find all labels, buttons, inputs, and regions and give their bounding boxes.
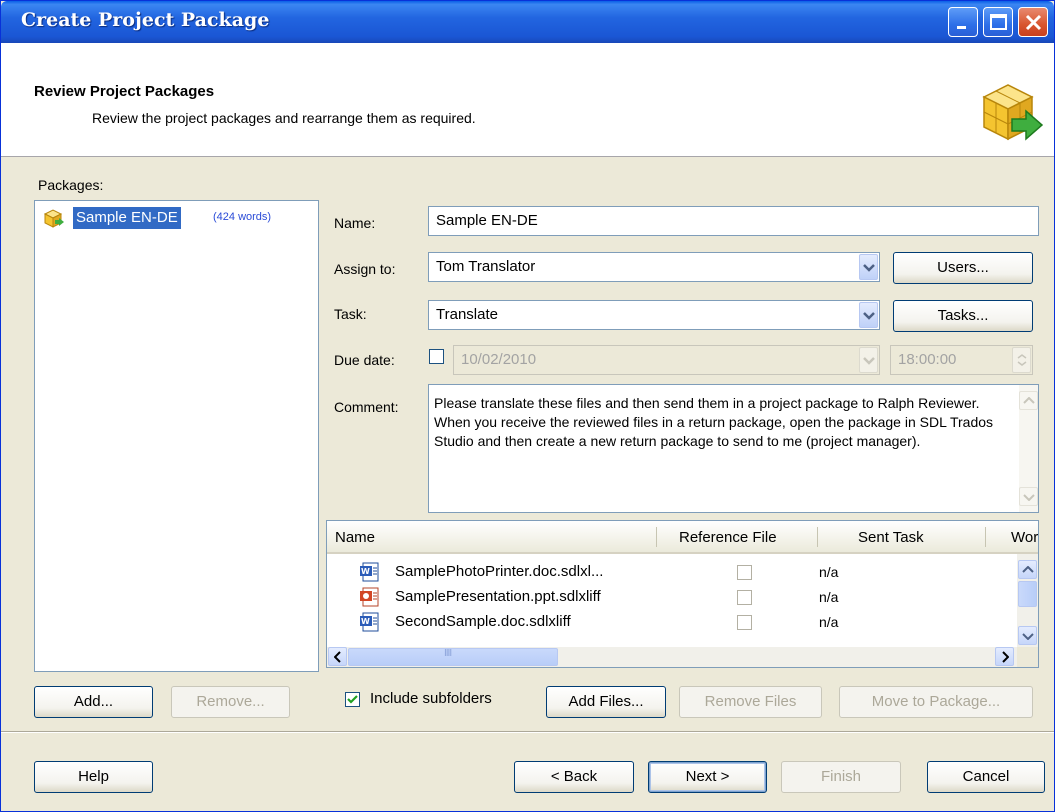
remove-files-button[interactable]: Remove Files [679, 686, 822, 718]
task-value: Translate [436, 306, 498, 323]
project-package-icon [982, 84, 1044, 141]
column-divider[interactable] [656, 527, 657, 547]
task-label: Task: [334, 306, 367, 322]
file-row[interactable]: W SecondSample.doc.sdlxliff n/a [327, 610, 1017, 635]
users-button[interactable]: Users... [893, 252, 1033, 284]
window-title: Create Project Package [21, 9, 270, 31]
files-vertical-scrollbar[interactable] [1017, 554, 1038, 647]
file-row[interactable]: W SamplePhotoPrinter.doc.sdlxl... n/a [327, 560, 1017, 585]
word-doc-icon: W [360, 562, 379, 582]
footer-divider [1, 731, 1054, 733]
wizard-header: Review Project Packages Review the proje… [1, 43, 1054, 157]
page-subtitle: Review the project packages and rearrang… [92, 110, 476, 126]
move-to-package-button[interactable]: Move to Package... [839, 686, 1033, 718]
horizontal-scroll-thumb[interactable]: IIII [348, 648, 558, 666]
package-word-count: (424 words) [213, 211, 272, 223]
include-subfolders-label[interactable]: Include subfolders [370, 690, 492, 707]
svg-text:W: W [361, 617, 370, 626]
include-subfolders-checkbox[interactable] [345, 692, 360, 707]
column-divider[interactable] [817, 527, 818, 547]
column-divider[interactable] [985, 527, 986, 547]
name-label: Name: [334, 215, 376, 231]
package-name-input[interactable]: Sample EN-DE [428, 206, 1039, 236]
scroll-left-icon[interactable] [328, 647, 347, 666]
cancel-button[interactable]: Cancel [927, 761, 1045, 793]
scroll-down-icon[interactable] [1018, 626, 1037, 645]
comment-scrollbar[interactable] [1019, 385, 1038, 512]
task-dropdown[interactable]: Translate [428, 300, 880, 330]
minimize-icon [957, 26, 966, 29]
comment-text: Please translate these files and then se… [434, 395, 994, 449]
minimize-button[interactable] [948, 7, 978, 37]
files-horizontal-scrollbar[interactable]: IIII [327, 647, 1017, 667]
add-files-button[interactable]: Add Files... [546, 686, 666, 718]
column-header-name[interactable]: Name [335, 529, 375, 546]
due-date-value: 10/02/2010 [461, 351, 537, 368]
tasks-button[interactable]: Tasks... [893, 300, 1033, 332]
due-time-spinner[interactable]: 18:00:00 [890, 345, 1033, 375]
vertical-scroll-thumb[interactable] [1018, 581, 1037, 607]
due-date-picker[interactable]: 10/02/2010 [453, 345, 880, 375]
back-button[interactable]: < Back [514, 761, 634, 793]
title-bar[interactable]: Create Project Package [1, 1, 1054, 43]
next-button[interactable]: Next > [648, 761, 767, 793]
chevron-down-icon[interactable] [859, 254, 878, 280]
page-title: Review Project Packages [34, 83, 215, 100]
due-time-value: 18:00:00 [898, 351, 957, 368]
spinner-arrows-icon[interactable] [1012, 347, 1031, 373]
reference-file-checkbox[interactable] [737, 565, 752, 580]
package-name: Sample EN-DE [73, 207, 181, 229]
assign-to-dropdown[interactable]: Tom Translator [428, 252, 880, 282]
due-date-label: Due date: [334, 352, 395, 368]
due-date-checkbox[interactable] [429, 349, 444, 364]
help-button[interactable]: Help [34, 761, 153, 793]
file-row[interactable]: SamplePresentation.ppt.sdlxliff n/a [327, 585, 1017, 610]
file-name: SecondSample.doc.sdlxliff [395, 613, 571, 630]
chevron-down-icon[interactable] [859, 347, 878, 373]
remove-package-button[interactable]: Remove... [171, 686, 290, 718]
sent-task-value: n/a [819, 614, 839, 630]
word-doc-icon: W [360, 612, 379, 632]
package-icon [43, 209, 64, 228]
files-table-header: Name Reference File Sent Task Wor [327, 521, 1038, 554]
scroll-right-icon[interactable] [995, 647, 1014, 666]
file-name: SamplePhotoPrinter.doc.sdlxl... [395, 563, 604, 580]
reference-file-checkbox[interactable] [737, 590, 752, 605]
chevron-down-icon[interactable] [859, 302, 878, 328]
packages-label: Packages: [38, 177, 104, 193]
packages-list[interactable]: Sample EN-DE (424 words) [34, 200, 319, 672]
close-button[interactable] [1018, 7, 1048, 37]
scroll-up-icon[interactable] [1019, 391, 1038, 410]
scroll-up-icon[interactable] [1018, 560, 1037, 579]
comment-label: Comment: [334, 399, 399, 415]
maximize-button[interactable] [983, 7, 1013, 37]
scrollbar-corner [1017, 647, 1038, 667]
create-project-package-dialog: Create Project Package Review Project Pa… [0, 0, 1055, 812]
column-header-reference-file[interactable]: Reference File [679, 529, 777, 546]
close-icon [1025, 14, 1042, 31]
sent-task-value: n/a [819, 564, 839, 580]
scroll-down-icon[interactable] [1019, 487, 1038, 506]
reference-file-checkbox[interactable] [737, 615, 752, 630]
checkmark-icon [347, 695, 358, 704]
assign-to-value: Tom Translator [436, 258, 536, 275]
powerpoint-icon [360, 587, 379, 607]
add-package-button[interactable]: Add... [34, 686, 153, 718]
finish-button[interactable]: Finish [781, 761, 901, 793]
svg-text:W: W [361, 567, 370, 576]
comment-textarea[interactable]: Please translate these files and then se… [428, 384, 1039, 513]
file-name: SamplePresentation.ppt.sdlxliff [395, 588, 601, 605]
assign-to-label: Assign to: [334, 261, 396, 277]
column-header-sent-task[interactable]: Sent Task [858, 529, 924, 546]
maximize-icon [990, 14, 1007, 30]
sent-task-value: n/a [819, 589, 839, 605]
files-table[interactable]: Name Reference File Sent Task Wor W Samp… [326, 520, 1039, 668]
column-header-words[interactable]: Wor [1011, 529, 1038, 546]
